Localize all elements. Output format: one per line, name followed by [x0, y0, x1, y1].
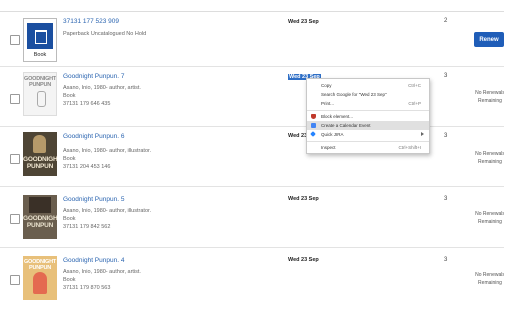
item-title-link[interactable]: 37131 177 523 909 — [63, 18, 119, 25]
cover-figure — [29, 197, 51, 213]
renew-button[interactable]: Renew — [474, 32, 504, 47]
menu-item-create-calendar-event[interactable]: Create a Calendar Event — [307, 121, 429, 130]
book-cover-image: Book — [23, 18, 57, 62]
item-barcode: 37131 179 842 562 — [63, 224, 111, 230]
renewal-status: No Renewals Remaining — [472, 90, 508, 105]
cover-title-text: GOODNIGHT PUNPUN — [23, 156, 57, 170]
table-row: Book 37131 177 523 909 Paperback Uncatal… — [0, 11, 504, 67]
menu-item-label: Copy — [321, 83, 332, 88]
item-barcode: 37131 179 870 563 — [63, 285, 111, 291]
renewal-count: 3 — [444, 73, 448, 79]
row-checkbox[interactable] — [10, 94, 20, 104]
due-date: Wed 23 Sep — [288, 196, 319, 202]
menu-item-block-element[interactable]: Block element... — [307, 112, 429, 121]
item-barcode: 37131 179 646 435 — [63, 101, 111, 107]
book-cover-image: GOODNIGHT PUNPUN — [23, 195, 57, 239]
table-row: GOODNIGHT PUNPUN Goodnight Punpun. 4 Asa… — [0, 248, 505, 310]
item-format: Paperback Uncatalogued No Hold — [63, 31, 147, 37]
menu-item-label: Search Google for "Wed 23 Sep" — [321, 92, 387, 97]
menu-item-print[interactable]: Print... Ctrl+P — [307, 99, 429, 108]
renewal-status: No Renewals Remaining — [472, 151, 508, 166]
renewal-status: No Renewals Remaining — [472, 272, 508, 287]
renewal-status-line: Remaining — [478, 97, 502, 104]
row-checkbox[interactable] — [10, 275, 20, 285]
cover-title-text: GOODNIGHT PUNPUN — [23, 215, 57, 229]
cover-figure — [33, 272, 47, 294]
cover-title-text: GOODNIGHT PUNPUN — [24, 76, 57, 88]
menu-item-shortcut: Ctrl+P — [408, 101, 421, 106]
menu-item-inspect[interactable]: Inspect Ctrl+Shift+I — [307, 143, 429, 152]
cover-title-text: GOODNIGHT PUNPUN — [23, 259, 57, 271]
submenu-arrow-icon — [421, 132, 424, 136]
menu-item-label: Inspect — [321, 145, 336, 150]
menu-item-label: Quick JIRA — [321, 132, 344, 137]
cover-label: Book — [33, 52, 47, 58]
renewal-count: 3 — [444, 196, 448, 202]
row-checkbox[interactable] — [10, 35, 20, 45]
menu-item-shortcut: Ctrl+C — [408, 83, 421, 88]
renewal-count: 3 — [444, 133, 448, 139]
menu-item-quick-jira[interactable]: Quick JIRA — [307, 130, 429, 139]
book-cover-image: GOODNIGHT PUNPUN — [23, 132, 57, 176]
calendar-icon — [311, 123, 316, 128]
renewal-status-line: Remaining — [478, 279, 502, 286]
item-title-link[interactable]: Goodnight Punpun. 5 — [63, 196, 124, 203]
jira-icon — [310, 131, 316, 137]
menu-item-search-google[interactable]: Search Google for "Wed 23 Sep" — [307, 90, 429, 99]
table-row: GOODNIGHT PUNPUN Goodnight Punpun. 5 Asa… — [0, 187, 505, 248]
shield-icon — [311, 114, 316, 119]
context-menu: Copy Ctrl+C Search Google for "Wed 23 Se… — [306, 78, 430, 154]
renewal-status-line: No Renewals — [475, 211, 505, 217]
cover-figure — [37, 91, 46, 107]
item-author: Asano, Inio, 1980- author, illustrator. — [63, 148, 152, 154]
menu-item-label: Print... — [321, 101, 335, 106]
menu-item-shortcut: Ctrl+Shift+I — [398, 145, 421, 150]
renewal-status-line: Remaining — [478, 158, 502, 165]
renewal-status-line: Remaining — [478, 218, 502, 225]
row-checkbox[interactable] — [10, 154, 20, 164]
renewal-status-line: No Renewals — [475, 90, 505, 96]
renewal-status-line: No Renewals — [475, 272, 505, 278]
book-cover-image: GOODNIGHT PUNPUN — [23, 72, 57, 116]
item-author: Asano, Inio, 1980- author, illustrator. — [63, 208, 152, 214]
item-title-link[interactable]: Goodnight Punpun. 7 — [63, 73, 124, 80]
row-checkbox[interactable] — [10, 214, 20, 224]
due-date: Wed 23 Sep — [288, 19, 319, 25]
item-title-link[interactable]: Goodnight Punpun. 4 — [63, 257, 124, 264]
cover-figure — [33, 135, 46, 153]
item-barcode: 37131 204 453 146 — [63, 164, 111, 170]
page-right-margin — [504, 0, 512, 320]
renewal-status: No Renewals Remaining — [472, 211, 508, 226]
renewal-count: 2 — [444, 18, 448, 24]
menu-item-label: Block element... — [321, 114, 354, 119]
item-title-link[interactable]: Goodnight Punpun. 6 — [63, 133, 124, 140]
renewal-status-line: No Renewals — [475, 151, 505, 157]
menu-item-copy[interactable]: Copy Ctrl+C — [307, 81, 429, 90]
book-cover-image: GOODNIGHT PUNPUN — [23, 256, 57, 300]
menu-separator — [307, 110, 429, 111]
menu-item-label: Create a Calendar Event — [321, 123, 371, 128]
book-icon — [27, 23, 53, 49]
due-date: Wed 23 Sep — [288, 257, 319, 263]
menu-separator — [307, 141, 429, 142]
renewal-count: 3 — [444, 257, 448, 263]
